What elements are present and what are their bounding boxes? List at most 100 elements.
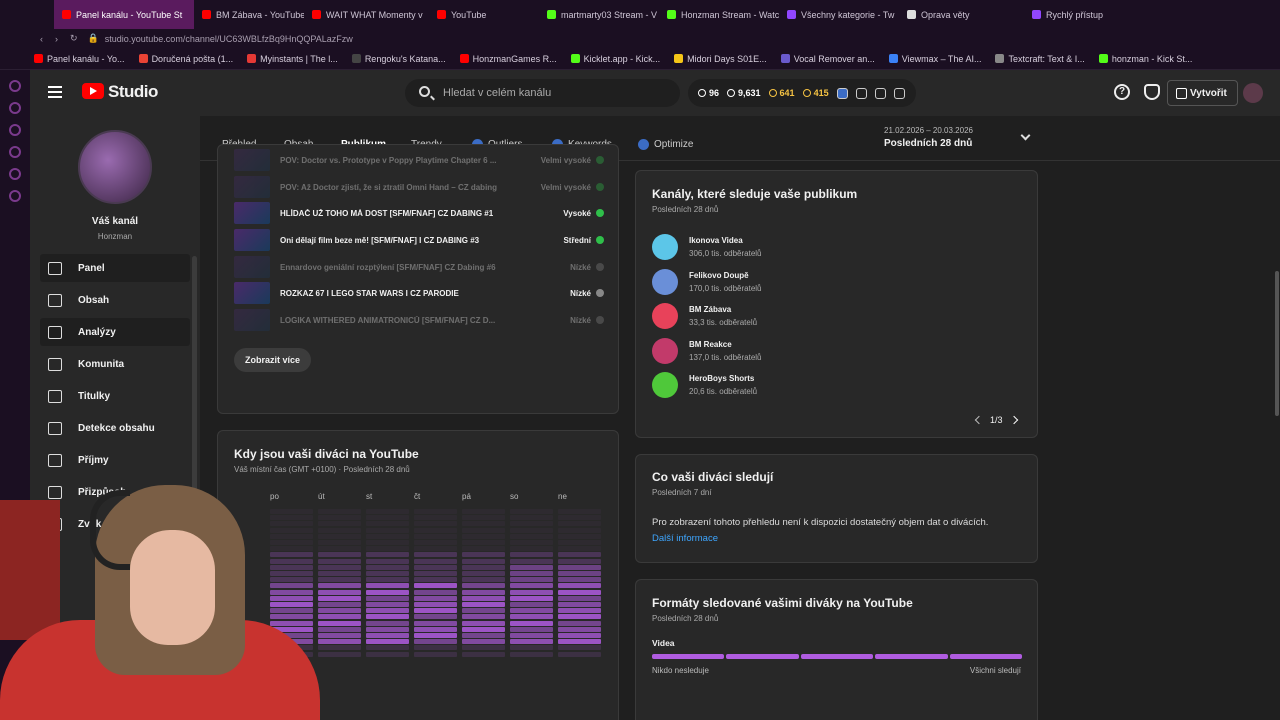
browser-tab[interactable]: YouTube — [429, 0, 539, 29]
video-title[interactable]: POV: Doctor vs. Prototype v Poppy Playti… — [280, 156, 531, 165]
menu-icon[interactable] — [48, 86, 62, 98]
reload-icon[interactable]: ↻ — [70, 33, 78, 44]
sidebar-item[interactable]: Detekce obsahu — [40, 414, 190, 442]
bookmark-item[interactable]: Kicklet.app - Kick... — [570, 54, 660, 64]
channel-row[interactable]: BM Zábava 33,3 tis. odběratelů — [652, 302, 757, 330]
browser-tab[interactable]: Rychlý přístup — [1024, 0, 1154, 29]
main-scrollbar[interactable] — [1275, 271, 1279, 416]
channel-name[interactable]: Ikonova Videa — [689, 236, 762, 245]
stats-chat-icon[interactable] — [893, 87, 905, 99]
browser-tab[interactable]: Všechny kategorie - Tw — [779, 0, 899, 29]
show-more-button[interactable]: Zobrazit více — [234, 348, 312, 372]
channel-avatar[interactable] — [652, 303, 678, 330]
video-title[interactable]: HLÍDAČ UŽ TOHO MÁ DOST [SFM/FNAF] CZ DAB… — [280, 209, 531, 218]
video-thumbnail[interactable] — [234, 229, 270, 251]
bookmark-item[interactable]: Midori Days S01E... — [674, 54, 767, 64]
bookmark-item[interactable]: Panel kanálu - Yo... — [34, 54, 125, 64]
studio-logo-text[interactable]: Studio — [108, 82, 158, 102]
heatmap-cell — [462, 527, 505, 533]
bookmark-item[interactable]: Textcraft: Text & I... — [995, 54, 1085, 64]
sidebar-app-icon[interactable] — [9, 168, 21, 180]
channel-avatar[interactable] — [652, 372, 678, 399]
video-title[interactable]: Ennardovo geniální rozptýlení [SFM/FNAF]… — [280, 263, 531, 272]
bookmark-item[interactable]: honzman - Kick St... — [1098, 54, 1192, 64]
chevron-down-icon[interactable] — [1020, 130, 1031, 141]
sidebar-app-icon[interactable] — [9, 146, 21, 158]
sidebar-item[interactable]: Titulky — [40, 382, 190, 410]
video-title[interactable]: ROZKAZ 67 I LEGO STAR WARS I CZ PARODIE — [280, 289, 531, 298]
account-avatar[interactable] — [1243, 83, 1263, 103]
sidebar-item[interactable]: Obsah — [40, 286, 190, 314]
video-title[interactable]: Oni dělají film beze mě! [SFM/FNAF] I CZ… — [280, 236, 531, 245]
sidebar-item[interactable]: Analýzy — [40, 318, 190, 346]
bookmark-item[interactable]: Viewmax – The AI... — [888, 54, 981, 64]
bookmark-item[interactable]: Vocal Remover an... — [780, 54, 875, 64]
search-input[interactable]: Hledat v celém kanálu — [405, 79, 680, 107]
bookmark-item[interactable]: HonzmanGames R... — [459, 54, 557, 64]
tab-optimize[interactable]: Optimize — [638, 139, 693, 150]
browser-tab[interactable]: WAIT WHAT Momenty v — [304, 0, 429, 29]
help-icon[interactable]: ? — [1114, 84, 1130, 100]
channel-avatar[interactable] — [652, 268, 678, 295]
prev-page-icon[interactable] — [974, 415, 984, 425]
browser-tab[interactable]: Oprava věty — [899, 0, 1024, 29]
bookmark-item[interactable]: Doručená pošta (1... — [138, 54, 233, 64]
next-page-icon[interactable] — [1009, 415, 1018, 425]
channel-avatar[interactable] — [652, 337, 678, 364]
table-row[interactable]: Oni dělají film beze mě! [SFM/FNAF] I CZ… — [234, 229, 604, 251]
sidebar-app-icon[interactable] — [9, 190, 21, 202]
video-title[interactable]: POV: Až Doctor zjistí, že si ztratil Omn… — [280, 183, 531, 192]
stats-trophy-icon[interactable] — [874, 87, 886, 99]
heatmap-cell — [318, 546, 361, 552]
table-row[interactable]: ROZKAZ 67 I LEGO STAR WARS I CZ PARODIE N… — [234, 282, 604, 304]
video-thumbnail[interactable] — [234, 176, 270, 198]
table-row[interactable]: POV: Doctor vs. Prototype v Poppy Playti… — [234, 149, 604, 171]
channel-avatar[interactable] — [652, 234, 678, 260]
video-thumbnail[interactable] — [234, 149, 270, 171]
date-period[interactable]: Posledních 28 dnů — [884, 138, 972, 149]
sidebar-item[interactable]: Panel — [40, 254, 190, 282]
channel-name[interactable]: BM Reakce — [689, 340, 762, 349]
heatmap-cell — [366, 633, 409, 638]
browser-tab[interactable]: BM Zábava - YouTube — [194, 0, 304, 29]
table-row[interactable]: LOGIKA WITHERED ANIMATRONICŮ [SFM/FNAF] … — [234, 309, 604, 331]
stats-list-icon[interactable] — [855, 87, 867, 99]
date-range[interactable]: 21.02.2026 – 20.03.2026 — [884, 126, 973, 135]
heatmap-cell — [414, 620, 457, 626]
learn-more-link[interactable]: Další informace — [652, 533, 718, 544]
video-thumbnail[interactable] — [234, 202, 270, 224]
extension-stats[interactable]: 96 9,631 641 415 — [688, 79, 916, 107]
youtube-logo-icon[interactable] — [82, 83, 104, 99]
sidebar-app-icon[interactable] — [9, 124, 21, 136]
channel-name[interactable]: HeroBoys Shorts — [689, 374, 757, 383]
video-thumbnail[interactable] — [234, 282, 270, 304]
sidebar-item[interactable]: Komunita — [40, 350, 190, 378]
table-row[interactable]: POV: Až Doctor zjistí, že si ztratil Omn… — [234, 176, 604, 198]
channel-name[interactable]: BM Zábava — [689, 305, 757, 314]
channel-row[interactable]: Ikonova Videa 306,0 tis. odběratelů — [652, 233, 762, 261]
sidebar-app-icon[interactable] — [9, 102, 21, 114]
bookmark-item[interactable]: Rengoku's Katana... — [351, 54, 446, 64]
video-title[interactable]: LOGIKA WITHERED ANIMATRONICŮ [SFM/FNAF] … — [280, 316, 531, 325]
back-icon[interactable]: ‹ — [40, 34, 43, 44]
sidebar-item-label: Detekce obsahu — [78, 422, 155, 434]
video-thumbnail[interactable] — [234, 309, 270, 331]
forward-icon[interactable]: › — [55, 34, 58, 44]
bookmark-item[interactable]: Myinstants | The l... — [247, 54, 338, 64]
channel-row[interactable]: BM Reakce 137,0 tis. odběratelů — [652, 337, 762, 365]
table-row[interactable]: Ennardovo geniální rozptýlení [SFM/FNAF]… — [234, 256, 604, 278]
video-thumbnail[interactable] — [234, 256, 270, 278]
table-row[interactable]: HLÍDAČ UŽ TOHO MÁ DOST [SFM/FNAF] CZ DAB… — [234, 202, 604, 224]
create-button[interactable]: Vytvořit — [1167, 80, 1238, 106]
browser-tab[interactable]: martmarty03 Stream - V — [539, 0, 659, 29]
channel-avatar[interactable] — [78, 130, 152, 204]
browser-tab[interactable]: Honzman Stream - Watc — [659, 0, 779, 29]
channel-row[interactable]: Felikovo Doupě 170,0 tis. odběratelů — [652, 268, 762, 296]
browser-tab[interactable]: Panel kanálu - YouTube St — [54, 0, 194, 29]
url-field[interactable]: studio.youtube.com/channel/UC63WBLfzBq9H… — [105, 34, 353, 44]
channel-row[interactable]: HeroBoys Shorts 20,6 tis. odběratelů — [652, 371, 757, 399]
stats-badge-icon[interactable] — [836, 87, 848, 99]
sidebar-app-icon[interactable] — [9, 80, 21, 92]
bell-icon[interactable] — [1144, 84, 1160, 100]
channel-name[interactable]: Felikovo Doupě — [689, 271, 762, 280]
